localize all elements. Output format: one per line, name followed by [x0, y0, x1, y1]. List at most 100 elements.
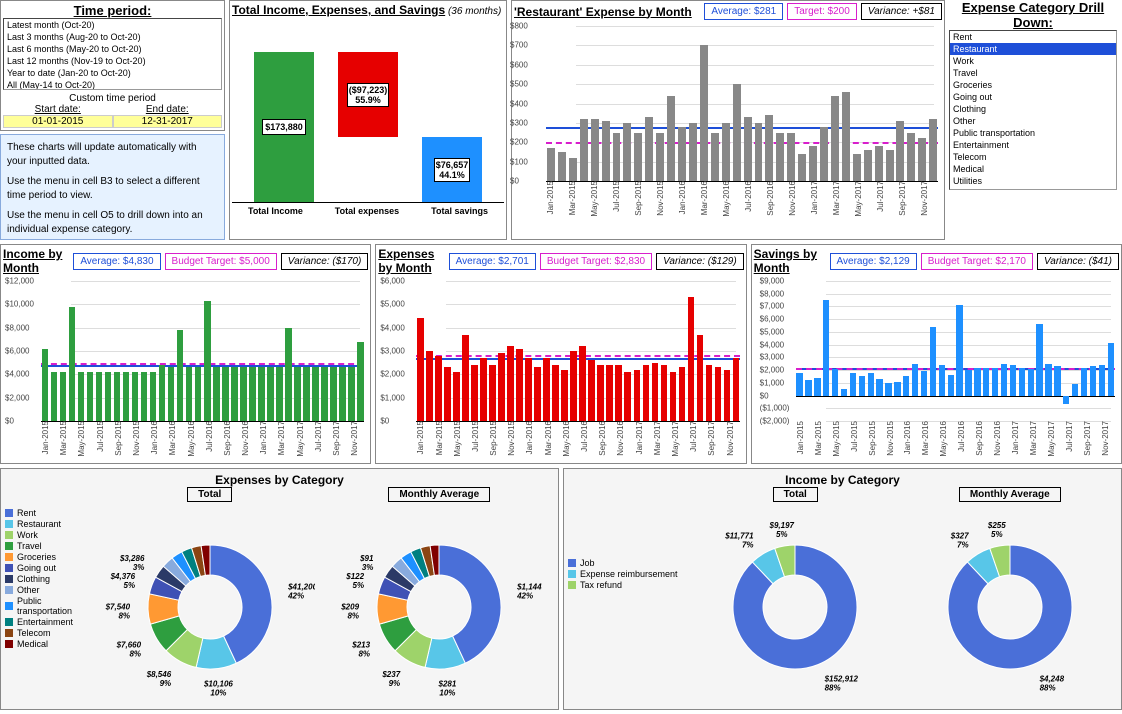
info-line: Use the menu in cell O5 to drill down in…: [7, 209, 218, 237]
svg-text:9%: 9%: [389, 679, 401, 688]
expenses-bar: ($97,223) 55.9%: [338, 52, 398, 137]
svg-text:$11,771: $11,771: [724, 532, 754, 541]
list-item[interactable]: Last 3 months (Aug-20 to Oct-20): [4, 31, 221, 43]
svg-text:5%: 5%: [353, 581, 365, 590]
expenses-avg-chip: Average: $2,701: [449, 253, 536, 270]
expenses-bar-chart: $0$1,000$2,000$3,000$4,000$5,000$6,000: [416, 281, 739, 421]
exp-total-subtitle: Total: [187, 487, 232, 502]
totals-panel: Total Income, Expenses, and Savings (36 …: [229, 0, 507, 240]
list-item[interactable]: Last 12 months (Nov-19 to Oct-20): [4, 55, 221, 67]
income-category-panel: Income by Category JobExpense reimbursem…: [563, 468, 1122, 710]
income-variance-chip: Variance: ($170): [281, 253, 369, 270]
svg-text:$91: $91: [359, 554, 374, 563]
list-item[interactable]: Public transportation: [950, 127, 1116, 139]
expenses-variance-chip: Variance: ($129): [656, 253, 744, 270]
svg-text:$209: $209: [340, 603, 359, 612]
list-item[interactable]: All (May-14 to Oct-20): [4, 79, 221, 90]
svg-text:$122: $122: [346, 572, 365, 581]
list-item[interactable]: Groceries: [950, 79, 1116, 91]
svg-text:$1,144: $1,144: [516, 583, 542, 592]
inc-total-subtitle: Total: [773, 487, 818, 502]
svg-text:$281: $281: [438, 680, 457, 689]
end-date-label: End date:: [113, 104, 223, 115]
list-item[interactable]: Last 6 months (May-20 to Oct-20): [4, 43, 221, 55]
exp-avg-donut: $1,14442%$28110%$2379%$2138%$2098%$1225%…: [334, 502, 544, 702]
svg-text:8%: 8%: [118, 612, 130, 621]
list-item[interactable]: Entertainment: [950, 139, 1116, 151]
svg-text:8%: 8%: [348, 612, 360, 621]
inc-avg-subtitle: Monthly Average: [959, 487, 1061, 502]
income-title: Income by Month: [3, 247, 69, 275]
svg-text:$4,248: $4,248: [1038, 674, 1064, 683]
list-item[interactable]: Medical: [950, 163, 1116, 175]
info-line: These charts will update automatically w…: [7, 141, 218, 169]
list-item[interactable]: Utilities: [950, 175, 1116, 187]
list-item[interactable]: Telecom: [950, 151, 1116, 163]
svg-text:$327: $327: [950, 532, 969, 541]
restaurant-chart-panel: 'Restaurant' Expense by Month Average: $…: [511, 0, 945, 240]
expenses-title: Expenses by Month: [378, 247, 444, 275]
income-bar: $173,880: [254, 52, 314, 202]
list-item[interactable]: Work: [950, 55, 1116, 67]
svg-text:$3,286: $3,286: [119, 554, 145, 563]
svg-text:$255: $255: [987, 521, 1006, 530]
svg-text:88%: 88%: [825, 683, 841, 692]
restaurant-title: 'Restaurant' Expense by Month: [514, 5, 700, 19]
list-item[interactable]: Year to date (Jan-20 to Oct-20): [4, 67, 221, 79]
svg-text:$4,376: $4,376: [109, 572, 135, 581]
svg-text:7%: 7%: [742, 541, 754, 550]
savings-bar: $76,657 44.1%: [422, 137, 482, 202]
svg-text:$237: $237: [382, 670, 401, 679]
svg-text:$152,912: $152,912: [824, 674, 859, 683]
svg-text:5%: 5%: [123, 581, 135, 590]
list-item[interactable]: Gifts: [950, 187, 1116, 190]
list-item[interactable]: Rent: [950, 31, 1116, 43]
inc-avg-donut: $4,24888%$3277%$2555%: [910, 502, 1110, 702]
totals-xlabel: Total savings: [431, 206, 488, 216]
income-value: $173,880: [262, 119, 306, 135]
totals-xlabel: Total expenses: [335, 206, 399, 216]
end-date-input[interactable]: 12-31-2017: [113, 115, 223, 128]
restaurant-bar-chart: $0$100$200$300$400$500$600$700$800: [546, 26, 938, 181]
svg-text:42%: 42%: [516, 592, 533, 601]
svg-text:8%: 8%: [359, 650, 371, 659]
restaurant-variance-chip: Variance: +$81: [861, 3, 942, 20]
svg-text:8%: 8%: [129, 650, 141, 659]
list-item[interactable]: Clothing: [950, 103, 1116, 115]
savings-target-chip: Budget Target: $2,170: [921, 253, 1033, 270]
list-item[interactable]: Travel: [950, 67, 1116, 79]
drill-listbox[interactable]: RentRestaurantWorkTravelGroceriesGoing o…: [949, 30, 1117, 190]
time-period-listbox[interactable]: Latest month (Oct-20)Last 3 months (Aug-…: [3, 18, 222, 90]
exp-cat-title: Expenses by Category: [5, 473, 554, 487]
svg-text:3%: 3%: [362, 563, 374, 572]
expenses-category-panel: Expenses by Category RentRestaurantWorkT…: [0, 468, 559, 710]
svg-text:10%: 10%: [210, 689, 226, 698]
start-date-input[interactable]: 01-01-2015: [3, 115, 113, 128]
svg-text:$7,540: $7,540: [105, 603, 131, 612]
svg-text:$213: $213: [352, 641, 371, 650]
list-item[interactable]: Restaurant: [950, 43, 1116, 55]
restaurant-target-chip: Target: $200: [787, 3, 857, 20]
expenses-chart-panel: Expenses by Month Average: $2,701 Budget…: [375, 244, 746, 464]
svg-text:3%: 3%: [133, 563, 145, 572]
svg-text:7%: 7%: [957, 541, 969, 550]
svg-text:$7,660: $7,660: [115, 641, 141, 650]
income-bar-chart: $0$2,000$4,000$6,000$8,000$10,000$12,000: [41, 281, 364, 421]
exp-total-donut: $41,20042%$10,10610%$8,5469%$7,6608%$7,5…: [105, 502, 315, 702]
exp-avg-subtitle: Monthly Average: [388, 487, 490, 502]
svg-text:9%: 9%: [159, 679, 171, 688]
svg-text:5%: 5%: [776, 530, 788, 539]
savings-bar-chart: ($2,000)($1,000)$0$1,000$2,000$3,000$4,0…: [796, 281, 1115, 421]
list-item[interactable]: Other: [950, 115, 1116, 127]
custom-period-label: Custom time period: [3, 93, 222, 104]
svg-text:$9,197: $9,197: [769, 521, 795, 530]
expenses-pct: 55.9%: [349, 95, 388, 105]
time-period-panel: Time period: Latest month (Oct-20)Last 3…: [0, 0, 225, 131]
list-item[interactable]: Latest month (Oct-20): [4, 19, 221, 31]
list-item[interactable]: Going out: [950, 91, 1116, 103]
totals-xlabel: Total Income: [248, 206, 303, 216]
drill-title: Expense Category Drill Down:: [949, 0, 1117, 30]
exp-cat-legend: RentRestaurantWorkTravelGroceriesGoing o…: [5, 507, 95, 705]
svg-text:$41,200: $41,200: [287, 583, 315, 592]
restaurant-avg-chip: Average: $281: [704, 3, 783, 20]
